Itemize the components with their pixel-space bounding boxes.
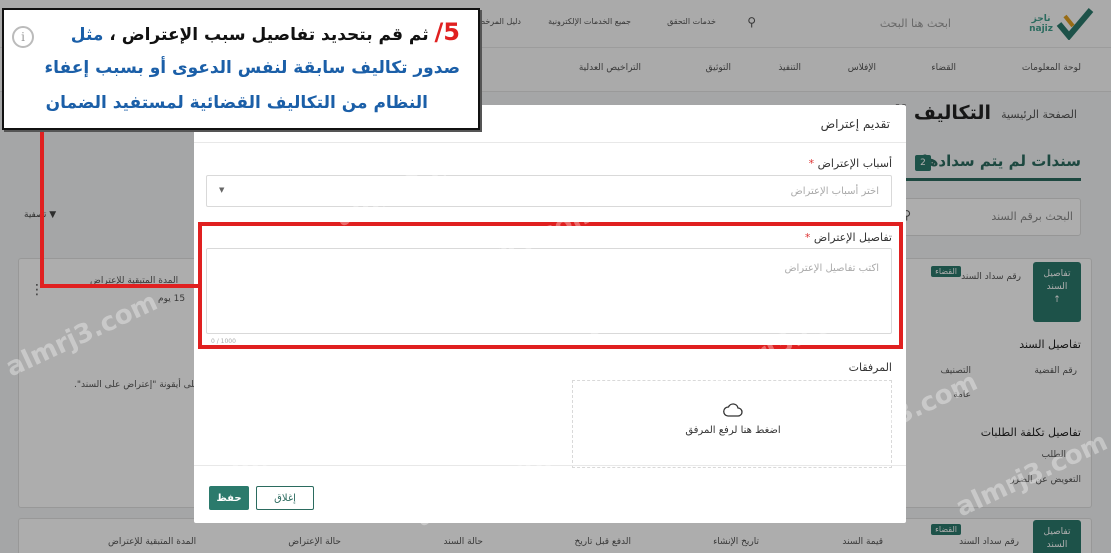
highlight-box (198, 222, 903, 349)
save-button[interactable]: حفظ (209, 486, 249, 510)
callout-connector-horizontal (40, 284, 200, 288)
attachments-label: المرفقات (848, 361, 892, 374)
callout-line-3: النظام من التكاليف القضائية لمستفيد الضم… (45, 93, 428, 113)
attachment-upload-area[interactable]: اضغط هنا لرفع المرفق (572, 380, 892, 468)
step-number: 5/ (434, 18, 460, 46)
reasons-label: أسباب الإعتراض * (809, 157, 892, 170)
instruction-callout: i 5/ ثم قم بتحديد تفاصيل سبب الإعتراض ، … (2, 8, 480, 130)
reasons-select[interactable]: اختر أسباب الإعتراض ▼ (206, 175, 892, 207)
callout-line-2: صدور تكاليف سابقة لنفس الدعوى أو بسبب إع… (44, 58, 460, 78)
chevron-down-icon: ▼ (219, 186, 225, 194)
modal-footer: حفظ إغلاق (194, 465, 906, 523)
info-icon: i (12, 26, 34, 48)
modal-title: تقديم إعتراض (820, 117, 890, 131)
callout-line-1-text: ثم قم بتحديد تفاصيل سبب الإعتراض ، (103, 25, 429, 45)
callout-line-1: 5/ ثم قم بتحديد تفاصيل سبب الإعتراض ، مث… (71, 18, 460, 46)
reasons-select-placeholder: اختر أسباب الإعتراض (790, 186, 879, 197)
required-mark: * (808, 157, 815, 170)
reasons-label-text: أسباب الإعتراض (817, 157, 892, 170)
callout-connector-vertical (40, 130, 44, 288)
cloud-upload-icon (723, 403, 743, 417)
close-button[interactable]: إغلاق (256, 486, 314, 510)
callout-line-1-tail: مثل (70, 25, 104, 45)
logo-text: ناجز najiz (1029, 14, 1053, 34)
upload-text: اضغط هنا لرفع المرفق (685, 425, 781, 436)
